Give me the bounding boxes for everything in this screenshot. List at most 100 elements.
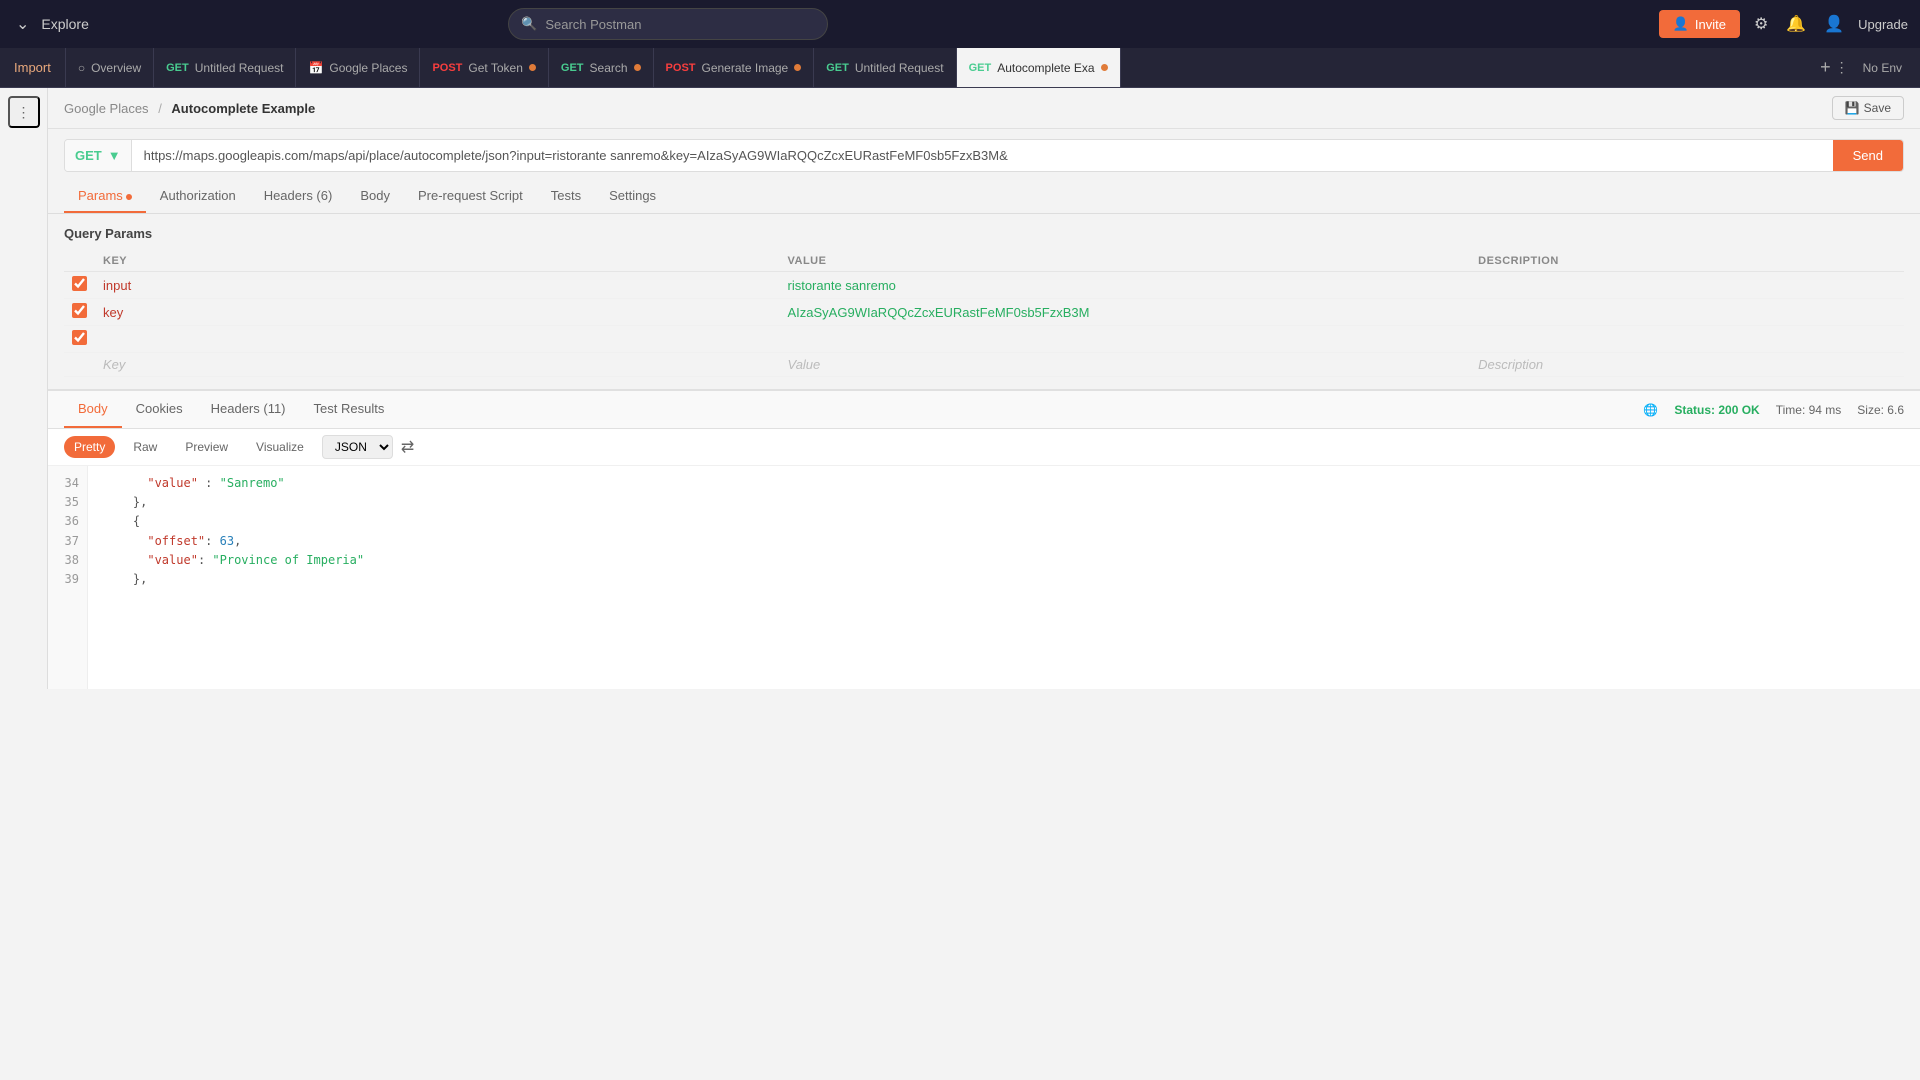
more-tabs-button[interactable]: ⋮ <box>1835 59 1849 76</box>
tab-label: Get Token <box>468 61 522 75</box>
row1-key[interactable]: input <box>103 278 131 293</box>
placeholder-value: Value <box>788 357 821 372</box>
invite-button[interactable]: 👤 Invite <box>1659 10 1740 38</box>
search-bar[interactable]: 🔍 Search Postman <box>508 8 828 40</box>
response-section: Body Cookies Headers (11) Test Results 🌐… <box>48 389 1920 689</box>
method-select[interactable]: GET ▼ <box>65 140 132 171</box>
search-icon: 🔍 <box>521 16 537 32</box>
table-row: key AIzaSyAG9WIaRQQcZcxEURastFeMF0sb5Fzx… <box>64 299 1904 326</box>
code-content: "value" : "Sanremo" }, { "offset": 63, <box>88 466 1920 689</box>
response-size: Size: 6.6 <box>1857 403 1904 417</box>
resp-tab-headers[interactable]: Headers (11) <box>197 391 300 428</box>
avatar-icon[interactable]: 👤 <box>1820 10 1848 38</box>
upgrade-button[interactable]: Upgrade <box>1858 17 1908 32</box>
row3-checkbox[interactable] <box>72 330 87 345</box>
save-button[interactable]: 💾 Save <box>1832 96 1904 120</box>
row3-key-input[interactable] <box>103 332 772 347</box>
method-badge: POST <box>432 62 462 74</box>
send-button[interactable]: Send <box>1833 140 1903 171</box>
tabs-actions: + ⋮ No Env <box>1812 57 1920 78</box>
tab-label: Untitled Request <box>195 61 284 75</box>
placeholder-description: Description <box>1478 357 1543 372</box>
tab-label: Search <box>590 61 628 75</box>
row1-value[interactable]: ristorante sanremo <box>788 278 896 293</box>
format-preview[interactable]: Preview <box>175 436 238 458</box>
method-label: GET <box>75 148 102 163</box>
tab-pre-request[interactable]: Pre-request Script <box>404 180 537 213</box>
resp-tab-body[interactable]: Body <box>64 391 122 428</box>
tab-generate-image[interactable]: POST Generate Image <box>654 48 815 87</box>
wrap-lines-button[interactable]: ⇄ <box>401 437 414 457</box>
topbar-right: 👤 Invite ⚙ 🔔 👤 Upgrade <box>1659 10 1908 38</box>
row2-key[interactable]: key <box>103 305 123 320</box>
tab-params[interactable]: Params <box>64 180 146 213</box>
row1-checkbox[interactable] <box>72 276 87 291</box>
chevron-down-icon[interactable]: ⌄ <box>12 10 33 38</box>
tab-overview[interactable]: ○ Overview <box>66 48 154 87</box>
url-input[interactable] <box>132 140 1833 171</box>
params-table: KEY VALUE DESCRIPTION input ristorante s… <box>64 251 1904 377</box>
panel-toolbar: Google Places / Autocomplete Example 💾 S… <box>48 88 1920 129</box>
code-line-38: "value": "Province of Imperia" <box>104 551 1904 570</box>
request-tabs: Params Authorization Headers (6) Body Pr… <box>48 180 1920 214</box>
tab-untitled-request-2[interactable]: GET Untitled Request <box>814 48 956 87</box>
tab-untitled-request-1[interactable]: GET Untitled Request <box>154 48 296 87</box>
unsaved-dot <box>1101 64 1108 71</box>
three-dots-button[interactable]: ⋮ <box>8 96 40 128</box>
no-env-label[interactable]: No Env <box>1853 61 1912 75</box>
tab-settings[interactable]: Settings <box>595 180 670 213</box>
unsaved-dot <box>634 64 641 71</box>
format-visualize[interactable]: Visualize <box>246 436 314 458</box>
tabs-bar: Import ○ Overview GET Untitled Request 📅… <box>0 48 1920 88</box>
chevron-down-icon: ▼ <box>108 148 121 163</box>
status-code: Status: 200 OK <box>1674 403 1759 417</box>
row2-checkbox[interactable] <box>72 303 87 318</box>
explore-button[interactable]: Explore <box>41 16 88 32</box>
import-button[interactable]: Import <box>0 48 66 87</box>
row3-value-input[interactable] <box>788 332 1463 347</box>
tab-authorization[interactable]: Authorization <box>146 180 250 213</box>
breadcrumb-parent[interactable]: Google Places <box>64 101 149 116</box>
method-badge: GET <box>166 62 189 74</box>
query-params-title: Query Params <box>64 226 1904 241</box>
breadcrumb: Google Places / Autocomplete Example <box>64 101 315 116</box>
table-row <box>64 326 1904 353</box>
save-icon: 💾 <box>1845 101 1860 115</box>
unsaved-dot <box>529 64 536 71</box>
line-num-34: 34 <box>60 474 79 493</box>
code-line-37: "offset": 63, <box>104 532 1904 551</box>
line-num-37: 37 <box>60 532 79 551</box>
format-bar: Pretty Raw Preview Visualize JSON ⇄ <box>48 429 1920 466</box>
breadcrumb-current: Autocomplete Example <box>171 101 315 116</box>
tab-search[interactable]: GET Search <box>549 48 654 87</box>
content-area: ⋮ Google Places / Autocomplete Example 💾… <box>0 88 1920 689</box>
resp-tab-test-results[interactable]: Test Results <box>300 391 399 428</box>
col-value: VALUE <box>780 251 1471 272</box>
code-lines: 34 35 36 37 38 39 "value" : "Sanremo" }, <box>48 466 1920 689</box>
tab-autocomplete-exa[interactable]: GET Autocomplete Exa <box>957 48 1121 87</box>
settings-icon[interactable]: ⚙ <box>1750 10 1772 38</box>
col-key: KEY <box>95 251 780 272</box>
add-tab-button[interactable]: + <box>1820 57 1831 78</box>
tab-label: Autocomplete Exa <box>997 61 1094 75</box>
placeholder-key: Key <box>103 357 125 372</box>
row2-value[interactable]: AIzaSyAG9WIaRQQcZcxEURastFeMF0sb5FzxB3M <box>788 305 1090 320</box>
code-line-36: { <box>104 512 1904 531</box>
tab-headers[interactable]: Headers (6) <box>250 180 347 213</box>
json-format-select[interactable]: JSON <box>322 435 393 459</box>
table-row-placeholder: Key Value Description <box>64 353 1904 377</box>
col-description: DESCRIPTION <box>1470 251 1904 272</box>
format-raw[interactable]: Raw <box>123 436 167 458</box>
method-badge: GET <box>969 62 992 74</box>
format-pretty[interactable]: Pretty <box>64 436 115 458</box>
notification-icon[interactable]: 🔔 <box>1782 10 1810 38</box>
tab-get-token[interactable]: POST Get Token <box>420 48 548 87</box>
tab-tests[interactable]: Tests <box>537 180 595 213</box>
method-badge: GET <box>561 62 584 74</box>
tab-google-places[interactable]: 📅 Google Places <box>296 48 420 87</box>
tab-label: Untitled Request <box>855 61 944 75</box>
resp-tab-cookies[interactable]: Cookies <box>122 391 197 428</box>
search-placeholder: Search Postman <box>545 17 641 32</box>
col-check <box>64 251 95 272</box>
tab-body[interactable]: Body <box>346 180 404 213</box>
